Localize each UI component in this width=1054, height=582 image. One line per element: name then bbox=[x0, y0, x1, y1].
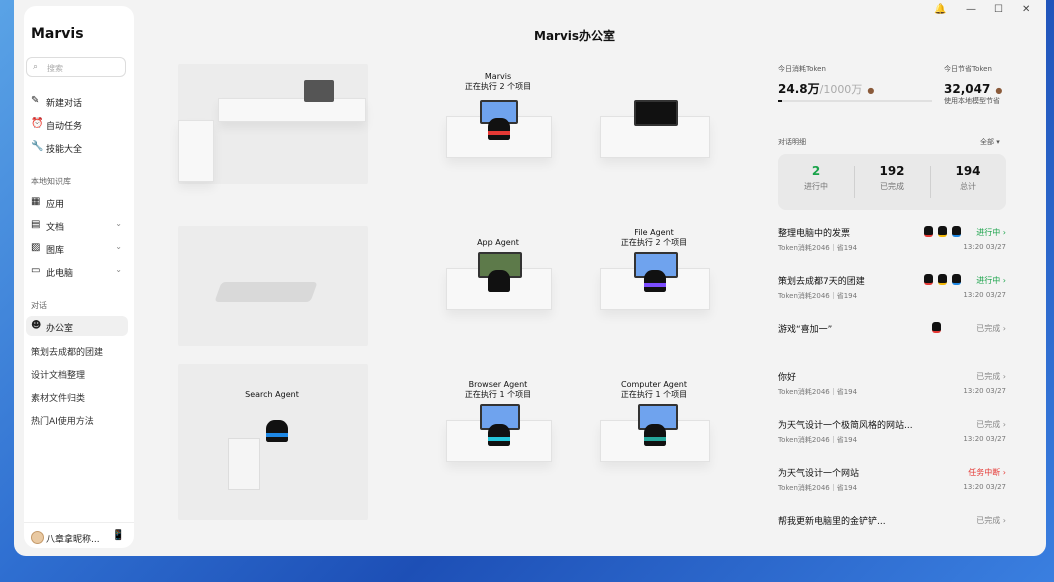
alarm-icon: ⏰ bbox=[31, 118, 44, 129]
today-token-label: 今日消耗Token bbox=[778, 65, 826, 73]
user-profile[interactable]: 八章拿昵称... 📱 bbox=[24, 522, 134, 549]
agent-file[interactable] bbox=[644, 270, 666, 292]
agent-band bbox=[488, 437, 510, 441]
kitchen-counter bbox=[218, 98, 366, 122]
coin-icon: ● bbox=[867, 86, 875, 95]
mini-agent-icon bbox=[932, 322, 941, 333]
mini-agent-icon bbox=[938, 226, 947, 237]
token-progress-fill bbox=[778, 100, 782, 102]
saved-token-value: 32,047 ● bbox=[944, 82, 1003, 96]
task-item[interactable]: 你好 Token消耗2046｜省194 已完成 › 13:20 03/27 bbox=[778, 370, 1006, 410]
wrench-icon: 🔧 bbox=[31, 141, 44, 152]
gym-room bbox=[178, 226, 368, 346]
task-item[interactable]: 为天气设计一个网站 Token消耗2046｜省194 任务中断 › 13:20 … bbox=[778, 466, 1006, 506]
treadmill bbox=[214, 282, 318, 302]
stat-completed: 192 已完成 bbox=[879, 164, 905, 191]
task-item[interactable]: 帮我更新电脑里的金铲铲... 已完成 › bbox=[778, 514, 1006, 534]
sidebar-item-apps[interactable]: ▦ 应用 bbox=[26, 192, 128, 212]
sidebar-item-gallery[interactable]: ▨ 图库 ⌄ bbox=[26, 238, 128, 258]
kitchen-counter bbox=[178, 120, 214, 182]
close-button[interactable]: ✕ bbox=[1022, 4, 1030, 15]
task-item[interactable]: 为天气设计一个极简风格的网站... Token消耗2046｜省194 已完成 ›… bbox=[778, 418, 1006, 458]
avatar bbox=[31, 531, 44, 544]
mini-agent-icon bbox=[952, 274, 961, 285]
mini-agent-icon bbox=[938, 274, 947, 285]
kitchen-room bbox=[178, 64, 368, 184]
token-progress-bar bbox=[778, 100, 932, 102]
agent-label-search: Search Agent bbox=[245, 390, 299, 399]
coffee-machine bbox=[304, 80, 334, 102]
agent-band bbox=[266, 433, 288, 437]
search-agent-room bbox=[178, 364, 368, 520]
agent-marvis[interactable] bbox=[488, 118, 510, 140]
page-title: Marvis办公室 bbox=[534, 29, 616, 43]
mini-agent-icon bbox=[952, 226, 961, 237]
agent-label-marvis: Marvis 正在执行 2 个项目 bbox=[464, 72, 532, 91]
dialog-detail-label: 对话明细 bbox=[778, 138, 806, 146]
agent-label-file: File Agent 正在执行 2 个项目 bbox=[620, 228, 688, 247]
agent-label-browser: Browser Agent 正在执行 1 个项目 bbox=[464, 380, 532, 399]
chevron-down-icon[interactable]: ⌄ bbox=[115, 242, 122, 251]
knowledge-section-title: 本地知识库 bbox=[31, 177, 71, 186]
agent-band bbox=[488, 283, 510, 287]
monitor-icon: ▭ bbox=[31, 265, 41, 276]
phone-icon[interactable]: 📱 bbox=[112, 530, 124, 541]
maximize-button[interactable]: ☐ bbox=[994, 4, 1003, 15]
minimize-button[interactable]: — bbox=[966, 4, 976, 15]
agent-app[interactable] bbox=[488, 270, 510, 292]
agent-label-computer: Computer Agent 正在执行 1 个项目 bbox=[620, 380, 688, 399]
stat-in-progress: 2 进行中 bbox=[804, 164, 828, 191]
search-input[interactable]: ⌕ 搜索 bbox=[26, 57, 126, 77]
grid-icon: ▦ bbox=[31, 196, 41, 207]
office-icon: ☻ bbox=[31, 320, 42, 331]
chevron-down-icon[interactable]: ⌄ bbox=[115, 265, 122, 274]
agent-search[interactable] bbox=[266, 420, 288, 442]
mini-agent-icon bbox=[924, 274, 933, 285]
chevron-down-icon[interactable]: ⌄ bbox=[115, 219, 122, 228]
chat-section-title: 对话 bbox=[31, 301, 47, 310]
search-icon: ⌕ bbox=[33, 62, 39, 72]
today-token-value: 24.8万/1000万 ● bbox=[778, 82, 875, 96]
app-logo: Marvis bbox=[31, 26, 84, 42]
agent-computer[interactable] bbox=[644, 424, 666, 446]
agent-browser[interactable] bbox=[488, 424, 510, 446]
task-item[interactable]: 策划去成都7天的团建 Token消耗2046｜省194 进行中 › 13:20 … bbox=[778, 274, 1006, 314]
stats-card: 2 进行中 192 已完成 194 总计 bbox=[778, 154, 1006, 210]
user-name: 八章拿昵称... bbox=[46, 535, 100, 545]
filter-dropdown[interactable]: 全部 ▾ bbox=[980, 137, 1000, 147]
sidebar-item-this-pc[interactable]: ▭ 此电脑 ⌄ bbox=[26, 261, 128, 281]
chat-item[interactable]: 策划去成都的团建 bbox=[31, 345, 103, 358]
saved-token-sub: 使用本地模型节省 bbox=[944, 97, 1000, 105]
task-item[interactable]: 整理电脑中的发票 Token消耗2046｜省194 进行中 › 13:20 03… bbox=[778, 226, 1006, 266]
search-placeholder: 搜索 bbox=[47, 64, 63, 73]
sidebar: Marvis ⌕ 搜索 ✎ 新建对话 ⏰ 自动任务 🔧 技能大全 本地知识库 ▦… bbox=[24, 6, 134, 548]
task-item[interactable]: 游戏“喜加一” 已完成 › bbox=[778, 322, 1006, 362]
document-icon: ▤ bbox=[31, 219, 41, 230]
agent-band bbox=[644, 437, 666, 441]
edit-icon: ✎ bbox=[31, 95, 40, 106]
sidebar-item-office[interactable]: ☻ 办公室 bbox=[26, 316, 128, 336]
coin-icon: ● bbox=[995, 86, 1003, 95]
chat-item[interactable]: 设计文档整理 bbox=[31, 368, 85, 381]
bell-icon[interactable]: 🔔 bbox=[934, 4, 946, 15]
saved-token-label: 今日节省Token bbox=[944, 65, 992, 73]
agent-band bbox=[644, 283, 666, 287]
sidebar-item-docs[interactable]: ▤ 文档 ⌄ bbox=[26, 215, 128, 235]
stat-total: 194 总计 bbox=[955, 164, 981, 191]
monitor bbox=[634, 100, 678, 126]
sidebar-item-auto-task[interactable]: ⏰ 自动任务 bbox=[26, 114, 128, 134]
app-window: 🔔 — ☐ ✕ Marvis ⌕ 搜索 ✎ 新建对话 ⏰ 自动任务 🔧 技能大全… bbox=[14, 0, 1046, 556]
chat-item[interactable]: 热门AI使用方法 bbox=[31, 414, 94, 427]
agent-band bbox=[488, 131, 510, 135]
mini-agent-icon bbox=[924, 226, 933, 237]
image-icon: ▨ bbox=[31, 242, 41, 253]
sidebar-item-skills[interactable]: 🔧 技能大全 bbox=[26, 137, 128, 157]
sidebar-item-new-chat[interactable]: ✎ 新建对话 bbox=[26, 91, 128, 111]
chat-item[interactable]: 素材文件归类 bbox=[31, 391, 85, 404]
agent-label-app: App Agent bbox=[477, 238, 519, 247]
toilet bbox=[228, 438, 260, 490]
